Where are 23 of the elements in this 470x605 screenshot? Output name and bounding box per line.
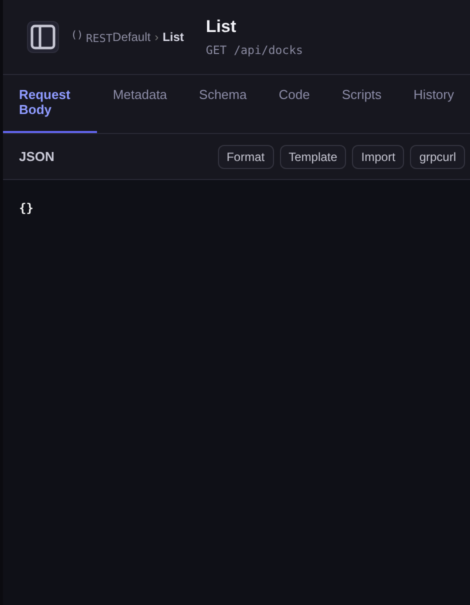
- tab[interactable]: Metadata: [96, 75, 184, 133]
- breadcrumb-link[interactable]: Default: [112, 30, 151, 44]
- protocol-label: REST: [86, 32, 113, 45]
- breadcrumb-separator: ›: [154, 30, 159, 44]
- tab[interactable]: Schema: [183, 75, 263, 133]
- tab[interactable]: Scripts: [326, 75, 398, 133]
- toolbar-button[interactable]: Template: [280, 144, 346, 168]
- code-editor[interactable]: {}: [3, 180, 470, 605]
- request-title: List: [206, 17, 238, 37]
- tab[interactable]: History: [398, 75, 470, 133]
- sidebar-icon: [30, 24, 56, 50]
- protocol-badge-icon: (): [71, 30, 84, 40]
- toolbar-button[interactable]: Format: [218, 144, 274, 168]
- sidebar-toggle-button[interactable]: [27, 21, 59, 53]
- toolbar-button[interactable]: grpcurl: [410, 144, 465, 168]
- breadcrumb-current: List: [162, 30, 184, 44]
- format-label: JSON: [19, 149, 54, 164]
- tab[interactable]: Code: [262, 75, 326, 133]
- http-method: GET: [206, 43, 227, 57]
- code-text: {}: [19, 201, 34, 215]
- toolbar-button[interactable]: Import: [352, 144, 404, 168]
- tab[interactable]: Request Body: [3, 75, 97, 133]
- endpoint-path: /api/docks: [234, 43, 303, 57]
